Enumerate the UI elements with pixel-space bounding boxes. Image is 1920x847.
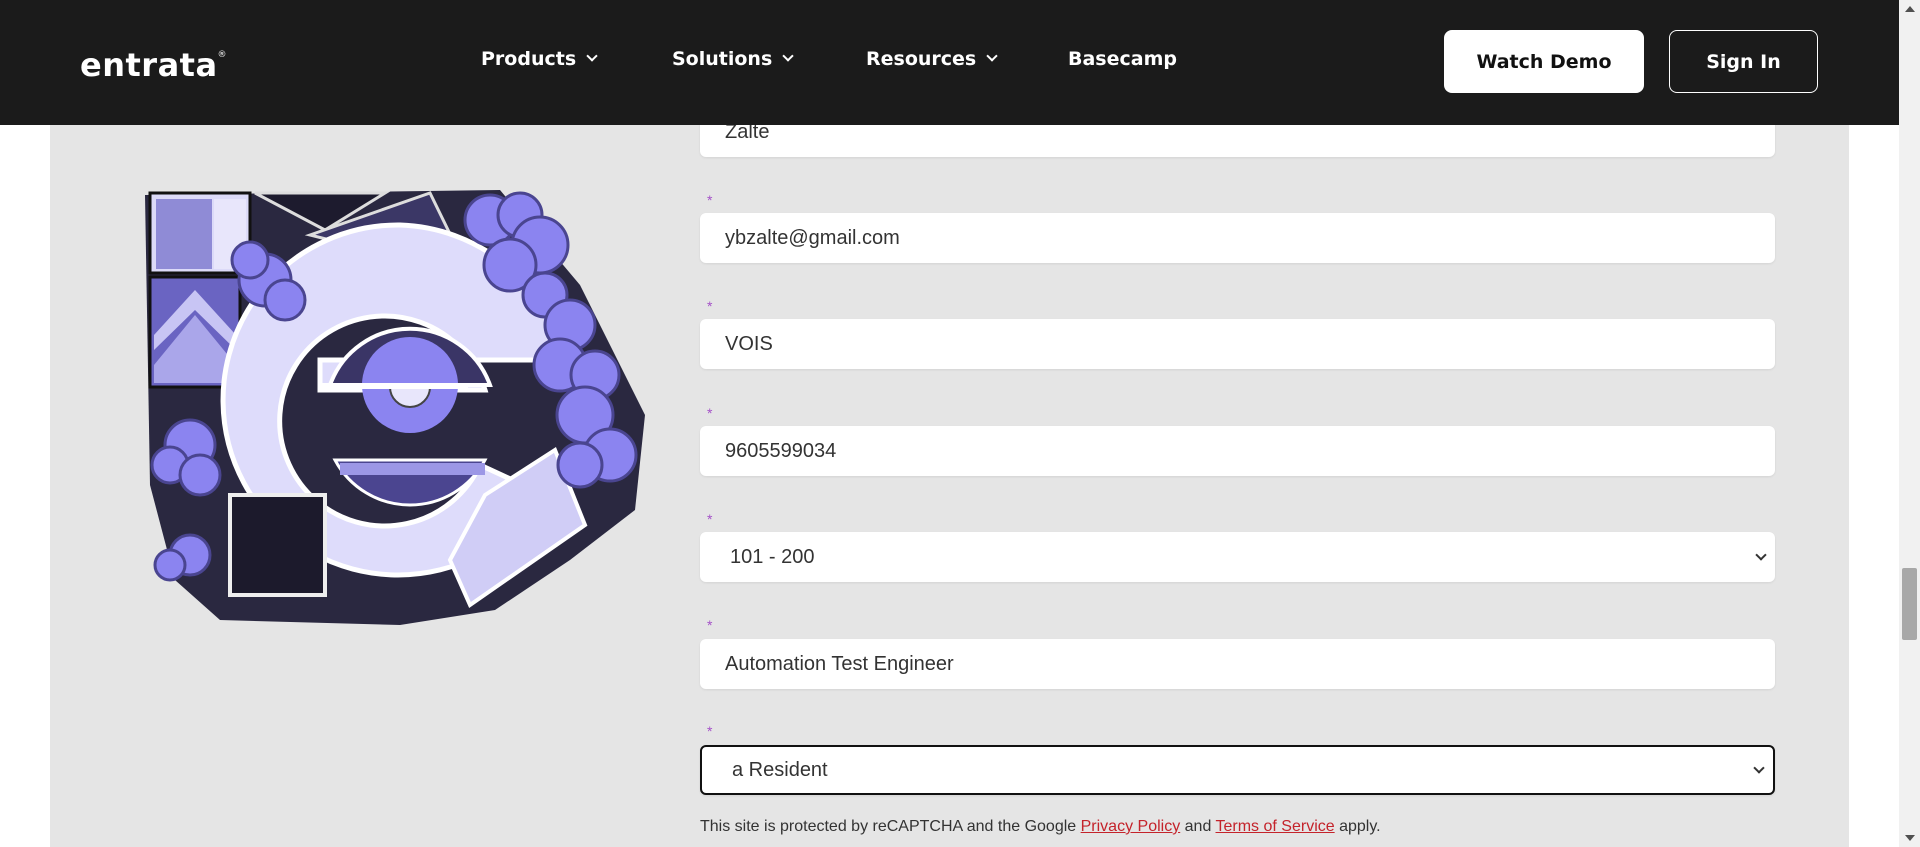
email-field[interactable]: ybzalte@gmail.com	[700, 213, 1775, 263]
nav-products[interactable]: Products	[481, 48, 598, 70]
watch-demo-button[interactable]: Watch Demo	[1444, 30, 1644, 93]
required-marker: *	[707, 298, 713, 314]
logo-mark: ®	[217, 50, 228, 60]
email-value: ybzalte@gmail.com	[725, 226, 900, 249]
required-marker: *	[707, 405, 713, 421]
company-field[interactable]: VOIS	[700, 319, 1775, 369]
recaptcha-prefix: This site is protected by reCAPTCHA and …	[700, 818, 1081, 835]
i-am-value: a Resident	[732, 758, 828, 781]
scroll-down-arrow-icon[interactable]	[1905, 835, 1915, 841]
required-marker: *	[707, 511, 713, 527]
chevron-down-icon	[1753, 761, 1765, 774]
required-marker: *	[707, 617, 713, 633]
company-value: VOIS	[725, 332, 773, 355]
nav-products-label: Products	[481, 48, 577, 70]
nav-resources-label: Resources	[866, 48, 977, 70]
recaptcha-notice: This site is protected by reCAPTCHA and …	[700, 818, 1381, 836]
chevron-down-icon	[986, 50, 998, 62]
site-header: entrata® Products Solutions Resources Ba…	[0, 0, 1899, 125]
i-am-select[interactable]: a Resident	[700, 745, 1775, 795]
scrollbar-thumb[interactable]	[1902, 568, 1917, 640]
nav-resources[interactable]: Resources	[866, 48, 998, 70]
unit-count-value: 101 - 200	[730, 545, 815, 568]
nav-basecamp-label: Basecamp	[1068, 48, 1177, 70]
entrata-logo[interactable]: entrata®	[80, 46, 227, 84]
scroll-up-arrow-icon[interactable]	[1905, 6, 1915, 12]
chevron-down-icon	[586, 50, 598, 62]
privacy-policy-link[interactable]: Privacy Policy	[1081, 818, 1181, 835]
sign-in-button[interactable]: Sign In	[1669, 30, 1818, 93]
entrata-e-illustration	[145, 190, 645, 625]
nav-basecamp[interactable]: Basecamp	[1068, 48, 1177, 70]
chevron-down-icon	[782, 50, 794, 62]
recaptcha-suffix: apply.	[1334, 818, 1381, 835]
recaptcha-and: and	[1180, 818, 1216, 835]
job-title-value: Automation Test Engineer	[725, 652, 954, 675]
required-marker: *	[707, 723, 713, 739]
job-title-field[interactable]: Automation Test Engineer	[700, 639, 1775, 689]
phone-field[interactable]: 9605599034	[700, 426, 1775, 476]
nav-solutions-label: Solutions	[672, 48, 773, 70]
terms-of-service-link[interactable]: Terms of Service	[1216, 818, 1335, 835]
required-marker: *	[707, 192, 713, 208]
logo-text: entrata	[80, 46, 218, 84]
nav-solutions[interactable]: Solutions	[672, 48, 794, 70]
phone-value: 9605599034	[725, 439, 837, 462]
page-scrollbar[interactable]	[1899, 0, 1920, 847]
unit-count-select[interactable]: 101 - 200	[700, 532, 1775, 582]
chevron-down-icon	[1755, 548, 1767, 561]
